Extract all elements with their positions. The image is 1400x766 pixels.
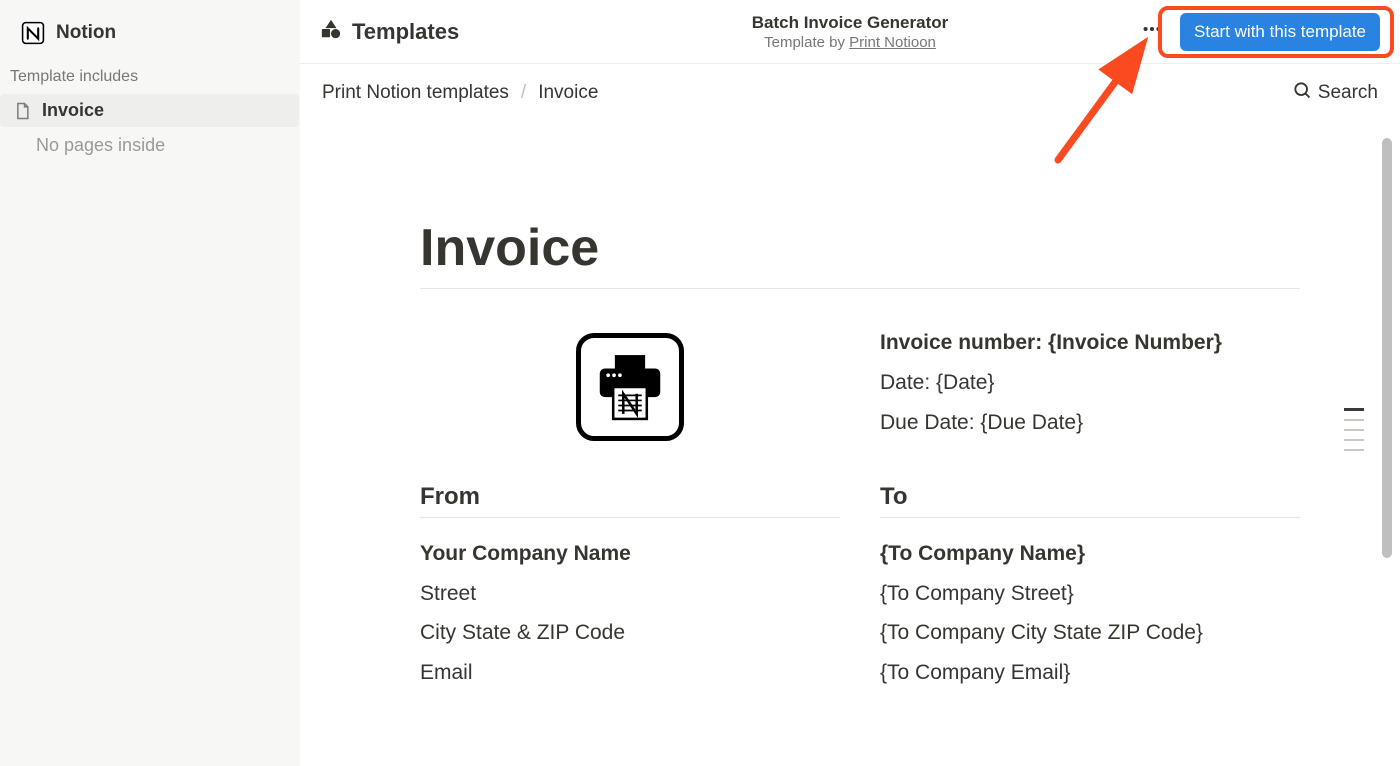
to-section: To {To Company Name} {To Company Street}… — [880, 483, 1300, 694]
breadcrumb-current: Invoice — [538, 82, 598, 104]
outline-line-icon — [1344, 408, 1364, 411]
printer-logo — [420, 313, 840, 441]
breadcrumb-root[interactable]: Print Notion templates — [322, 82, 509, 104]
invoice-number: Invoice number: {Invoice Number} — [880, 323, 1300, 363]
brand[interactable]: Notion — [0, 16, 299, 64]
breadcrumb: Print Notion templates / Invoice — [322, 82, 598, 104]
from-header: From — [420, 483, 840, 511]
to-header: To — [880, 483, 1300, 511]
search-icon — [1292, 80, 1312, 106]
ellipsis-icon — [1141, 18, 1163, 46]
sidebar-item-label: Invoice — [42, 100, 104, 121]
page-title: Invoice — [420, 218, 1300, 278]
scrollbar-thumb[interactable] — [1382, 138, 1392, 558]
from-company: Your Company Name — [420, 534, 840, 574]
outline-line-icon — [1344, 429, 1364, 431]
to-street: {To Company Street} — [880, 574, 1300, 614]
to-city: {To Company City State ZIP Code} — [880, 613, 1300, 653]
from-section: From Your Company Name Street City State… — [420, 483, 840, 694]
outline-line-icon — [1344, 419, 1364, 421]
sidebar-empty-state: No pages inside — [0, 127, 299, 164]
search-label: Search — [1318, 82, 1378, 104]
sidebar-item-invoice[interactable]: Invoice — [0, 94, 299, 127]
top-header: Templates Batch Invoice Generator Templa… — [300, 0, 1400, 64]
header-subtitle: Template by Print Notioon — [752, 34, 949, 51]
byline-prefix: Template by — [764, 34, 849, 51]
search-button[interactable]: Search — [1292, 80, 1378, 106]
subheader: Print Notion templates / Invoice Search — [300, 64, 1400, 118]
invoice-due-date: Due Date: {Due Date} — [880, 403, 1300, 443]
divider — [420, 288, 1300, 289]
page-content: Invoice — [300, 118, 1400, 766]
header-right: Start with this template — [1138, 13, 1380, 51]
vertical-scrollbar[interactable] — [1382, 138, 1392, 748]
invoice-meta: Invoice number: {Invoice Number} Date: {… — [880, 313, 1300, 443]
invoice-date: Date: {Date} — [880, 363, 1300, 403]
more-options-button[interactable] — [1138, 18, 1166, 46]
page-icon — [12, 101, 32, 121]
divider — [880, 517, 1300, 518]
sidebar: Notion Template includes Invoice No page… — [0, 0, 300, 766]
header-title: Batch Invoice Generator — [752, 13, 949, 33]
divider — [420, 517, 840, 518]
templates-link[interactable]: Templates — [320, 18, 459, 46]
outline-toggle[interactable] — [1344, 408, 1364, 451]
templates-label: Templates — [352, 19, 459, 45]
breadcrumb-separator: / — [521, 82, 526, 104]
from-street: Street — [420, 574, 840, 614]
printer-icon — [576, 333, 684, 441]
outline-line-icon — [1344, 439, 1364, 441]
from-email: Email — [420, 653, 840, 693]
outline-line-icon — [1344, 449, 1364, 451]
start-with-template-button[interactable]: Start with this template — [1180, 13, 1380, 51]
notion-logo-icon — [20, 20, 46, 46]
byline-author-link[interactable]: Print Notioon — [849, 34, 936, 51]
header-center: Batch Invoice Generator Template by Prin… — [752, 13, 949, 51]
to-email: {To Company Email} — [880, 653, 1300, 693]
sidebar-section-label: Template includes — [0, 64, 299, 94]
shapes-icon — [320, 18, 342, 46]
from-city: City State & ZIP Code — [420, 613, 840, 653]
brand-name: Notion — [56, 22, 116, 44]
to-company: {To Company Name} — [880, 534, 1300, 574]
